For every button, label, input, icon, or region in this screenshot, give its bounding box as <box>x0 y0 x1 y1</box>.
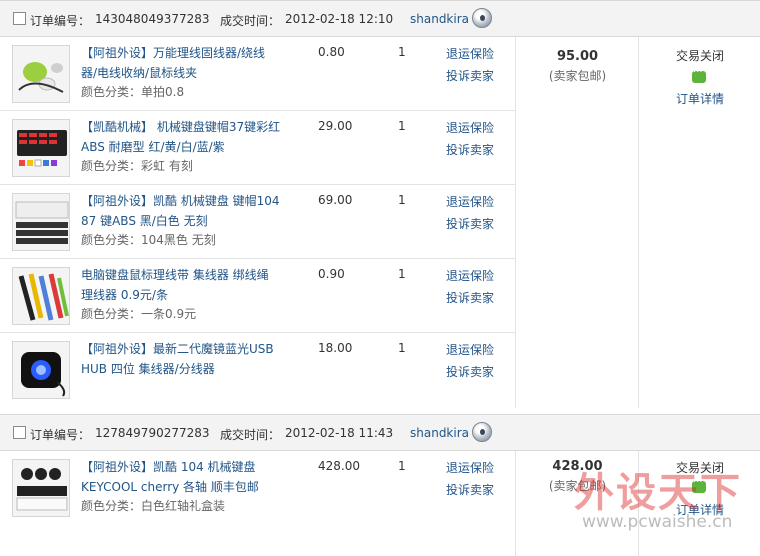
return-insurance-link[interactable]: 退运保险 <box>446 45 494 62</box>
return-insurance-link[interactable]: 退运保险 <box>446 459 494 476</box>
complain-seller-link[interactable]: 投诉卖家 <box>446 363 494 380</box>
product-variant: 颜色分类：104黑色 无刻 <box>81 233 216 247</box>
item-quantity: 1 <box>398 341 406 355</box>
wangwang-chat-icon[interactable] <box>472 422 492 442</box>
seller-link[interactable]: shandkira <box>410 12 469 26</box>
order-detail-link[interactable]: 订单详情 <box>640 501 760 518</box>
product-title-link[interactable]: 【阿祖外设】凯酷 104 机械键盘 KEYCOOL cherry 各轴 顺丰包邮 <box>81 457 281 497</box>
shipping-note: (卖家包邮) <box>548 69 607 83</box>
item-price: 0.90 <box>318 267 345 281</box>
shipping-note: (卖家包邮) <box>548 479 607 493</box>
order-time: 2012-02-18 11:43 <box>285 426 394 440</box>
product-title-link[interactable]: 【阿祖外设】万能理线固线器/绕线器/电线收纳/鼠标线夹 <box>81 43 281 83</box>
order-number: 143048049377283 <box>95 12 210 26</box>
order-block: 订单编号： 143048049377283 成交时间： 2012-02-18 1… <box>0 0 760 408</box>
seller-link[interactable]: shandkira <box>410 426 469 440</box>
order-header: 订单编号： 127849790277283 成交时间： 2012-02-18 1… <box>0 415 760 451</box>
item-price: 69.00 <box>318 193 353 207</box>
product-variant: 颜色分类：彩虹 有刻 <box>81 159 193 173</box>
product-title-link[interactable]: 【阿祖外设】凯酷 机械键盘 键帽104 87 键ABS 黑/白色 无刻 <box>81 191 281 231</box>
order-items: 【阿祖外设】凯酷 104 机械键盘 KEYCOOL cherry 各轴 顺丰包邮… <box>0 451 515 525</box>
item-price: 29.00 <box>318 119 353 133</box>
return-insurance-link[interactable]: 退运保险 <box>446 193 494 210</box>
product-variant: 颜色分类：白色红轴礼盒装 <box>81 499 226 513</box>
product-thumbnail[interactable] <box>12 119 70 177</box>
return-insurance-link[interactable]: 退运保险 <box>446 119 494 136</box>
item-quantity: 1 <box>398 119 406 133</box>
complain-seller-link[interactable]: 投诉卖家 <box>446 141 494 158</box>
product-thumbnail[interactable] <box>12 341 70 399</box>
item-price: 0.80 <box>318 45 345 59</box>
order-block: 订单编号： 127849790277283 成交时间： 2012-02-18 1… <box>0 414 760 556</box>
order-item: 【阿祖外设】凯酷 104 机械键盘 KEYCOOL cherry 各轴 顺丰包邮… <box>0 451 515 525</box>
order-checkbox[interactable] <box>13 12 26 25</box>
item-quantity: 1 <box>398 193 406 207</box>
wangwang-chat-icon[interactable] <box>472 8 492 28</box>
order-total: 95.00 <box>556 49 599 64</box>
product-title-link[interactable]: 【阿祖外设】最新二代魔镜蓝光USB HUB 四位 集线器/分线器 <box>81 339 281 379</box>
order-time: 2012-02-18 12:10 <box>285 12 394 26</box>
order-checkbox[interactable] <box>13 426 26 439</box>
item-price: 428.00 <box>318 459 360 473</box>
product-thumbnail[interactable] <box>12 267 70 325</box>
order-item: 电脑键盘鼠标理线带 集线器 绑线绳 理线器 0.9元/条 颜色分类：一条0.9元… <box>0 259 515 333</box>
order-item: 【阿祖外设】万能理线固线器/绕线器/电线收纳/鼠标线夹 颜色分类：单拍0.8 0… <box>0 37 515 111</box>
order-items: 【阿祖外设】万能理线固线器/绕线器/电线收纳/鼠标线夹 颜色分类：单拍0.8 0… <box>0 37 515 407</box>
item-quantity: 1 <box>398 267 406 281</box>
product-variant: 颜色分类：一条0.9元 <box>81 307 197 321</box>
product-variant: 颜色分类：单拍0.8 <box>81 85 185 99</box>
item-price: 18.00 <box>318 341 353 355</box>
complain-seller-link[interactable]: 投诉卖家 <box>446 215 494 232</box>
item-quantity: 1 <box>398 45 406 59</box>
order-item: 【阿祖外设】最新二代魔镜蓝光USB HUB 四位 集线器/分线器 18.00 1… <box>0 333 515 407</box>
order-number-label: 订单编号： <box>30 428 91 442</box>
order-header: 订单编号： 143048049377283 成交时间： 2012-02-18 1… <box>0 1 760 37</box>
column-divider <box>638 37 639 408</box>
order-number: 127849790277283 <box>95 426 210 440</box>
order-status: 交易关闭 <box>675 461 724 475</box>
return-insurance-link[interactable]: 退运保险 <box>446 341 494 358</box>
green-chat-icon <box>692 67 706 83</box>
order-time-label: 成交时间： <box>220 14 281 28</box>
product-thumbnail[interactable] <box>12 193 70 251</box>
complain-seller-link[interactable]: 投诉卖家 <box>446 67 494 84</box>
order-item: 【凯酷机械】 机械键盘键帽37键彩红 ABS 耐磨型 红/黄/白/蓝/紫 颜色分… <box>0 111 515 185</box>
product-title-link[interactable]: 【凯酷机械】 机械键盘键帽37键彩红 ABS 耐磨型 红/黄/白/蓝/紫 <box>81 117 281 157</box>
green-chat-icon <box>692 477 706 493</box>
order-total: 428.00 <box>552 459 603 474</box>
order-status: 交易关闭 <box>675 49 724 63</box>
order-detail-link[interactable]: 订单详情 <box>640 90 760 107</box>
complain-seller-link[interactable]: 投诉卖家 <box>446 289 494 306</box>
complain-seller-link[interactable]: 投诉卖家 <box>446 481 494 498</box>
product-title-link[interactable]: 电脑键盘鼠标理线带 集线器 绑线绳 理线器 0.9元/条 <box>81 265 281 305</box>
return-insurance-link[interactable]: 退运保险 <box>446 267 494 284</box>
order-number-label: 订单编号： <box>30 14 91 28</box>
item-quantity: 1 <box>398 459 406 473</box>
product-thumbnail[interactable] <box>12 459 70 517</box>
product-thumbnail[interactable] <box>12 45 70 103</box>
order-time-label: 成交时间： <box>220 428 281 442</box>
order-item: 【阿祖外设】凯酷 机械键盘 键帽104 87 键ABS 黑/白色 无刻 颜色分类… <box>0 185 515 259</box>
column-divider <box>515 37 516 408</box>
